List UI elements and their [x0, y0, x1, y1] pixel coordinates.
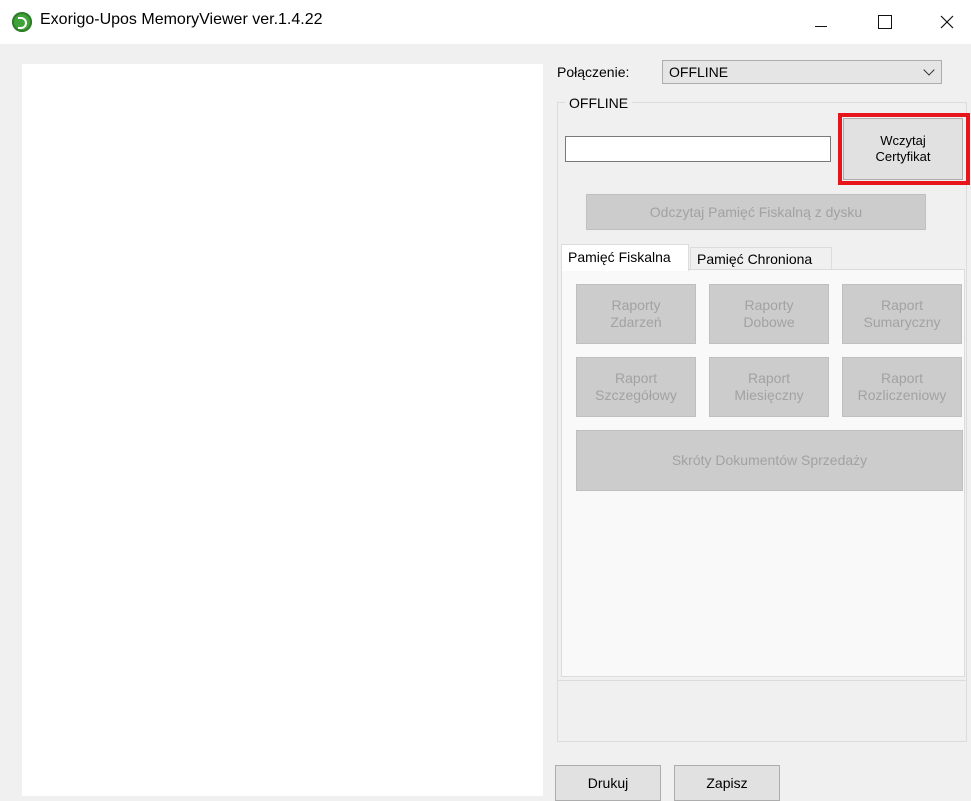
- maximize-icon: [878, 15, 892, 29]
- status-panel: [557, 680, 967, 742]
- close-button[interactable]: [924, 0, 970, 44]
- button-label-line1: Raport: [614, 370, 657, 386]
- load-certificate-label-line1: Wczytaj: [880, 133, 926, 148]
- button-label-line1: Raport: [880, 297, 924, 313]
- app-logo-icon: [12, 12, 32, 32]
- connection-select[interactable]: OFFLINE: [662, 60, 942, 84]
- button-label-line2: Rozliczeniowy: [857, 387, 947, 403]
- tab-fiscal-memory[interactable]: Pamięć Fiskalna: [561, 244, 689, 271]
- close-icon: [940, 15, 954, 29]
- button-label-line1: Raporty: [744, 297, 794, 313]
- settlement-report-button[interactable]: Raport Rozliczeniowy: [842, 357, 962, 417]
- document-preview-panel[interactable]: [22, 64, 543, 796]
- button-label-line1: Raport: [880, 370, 923, 386]
- read-fiscal-memory-from-disk-button[interactable]: Odczytaj Pamięć Fiskalną z dysku: [586, 194, 926, 230]
- detailed-report-button[interactable]: Raport Szczegółowy: [576, 357, 696, 417]
- sales-document-digests-button[interactable]: Skróty Dokumentów Sprzedaży: [576, 430, 963, 491]
- title-bar: Exorigo-Upos MemoryViewer ver.1.4.22: [0, 0, 971, 44]
- button-label-line1: Raporty: [611, 297, 661, 313]
- button-label-line2: Dobowe: [743, 314, 795, 330]
- connection-label: Połączenie:: [557, 64, 630, 80]
- daily-reports-button[interactable]: Raporty Dobowe: [709, 284, 829, 344]
- button-label-line2: Zdarzeń: [610, 314, 662, 330]
- button-label-line2: Miesięczny: [734, 387, 804, 403]
- connection-selected-value: OFFLINE: [669, 64, 729, 80]
- group-title: OFFLINE: [565, 95, 633, 111]
- minimize-icon: [815, 25, 827, 27]
- load-certificate-label-line2: Certyfikat: [875, 149, 931, 164]
- button-label-line2: Sumaryczny: [863, 314, 941, 330]
- window-title: Exorigo-Upos MemoryViewer ver.1.4.22: [40, 11, 323, 28]
- button-label-line2: Szczegółowy: [595, 387, 677, 403]
- chevron-down-icon: [923, 64, 935, 76]
- load-certificate-button[interactable]: Wczytaj Certyfikat: [843, 118, 963, 180]
- summary-report-button[interactable]: Raport Sumaryczny: [842, 284, 962, 344]
- button-label-line1: Raport: [747, 370, 791, 386]
- certificate-path-field[interactable]: [565, 136, 831, 162]
- monthly-report-button[interactable]: Raport Miesięczny: [709, 357, 829, 417]
- tab-protected-memory[interactable]: Pamięć Chroniona: [690, 247, 832, 269]
- event-reports-button[interactable]: Raporty Zdarzeń: [576, 284, 696, 344]
- maximize-button[interactable]: [862, 0, 908, 44]
- minimize-button[interactable]: [798, 0, 844, 44]
